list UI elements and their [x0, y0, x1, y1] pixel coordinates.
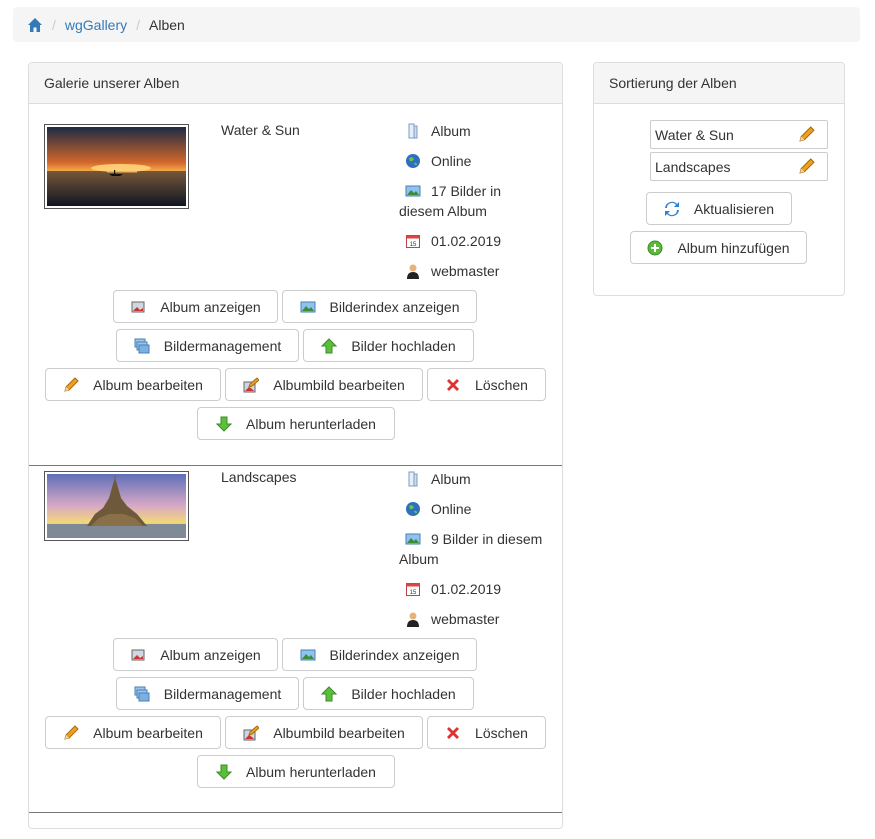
picture-icon	[131, 649, 145, 660]
sort-panel-heading: Sortierung der Alben	[594, 63, 844, 104]
calendar-icon: 15	[406, 583, 420, 596]
home-icon[interactable]	[27, 17, 43, 33]
edit-album-button[interactable]: Album bearbeiten	[45, 368, 221, 401]
album-type: Album	[399, 121, 559, 141]
edit-album-button[interactable]: Album bearbeiten	[45, 716, 221, 749]
manage-images-button[interactable]: Bildermanagement	[116, 329, 299, 362]
images-stack-icon	[134, 686, 150, 701]
show-image-index-button[interactable]: Bilderindex anzeigen	[282, 638, 477, 671]
image-edit-icon	[243, 724, 260, 740]
delete-icon	[447, 378, 460, 391]
breadcrumb-separator: /	[52, 16, 56, 33]
add-icon	[647, 240, 663, 255]
breadcrumb: / wgGallery / Alben	[13, 7, 860, 42]
user-icon	[407, 264, 419, 279]
sort-panel: Sortierung der Alben Water & Sun Landsca…	[593, 62, 845, 296]
images-stack-icon	[134, 338, 150, 353]
svg-text:15: 15	[410, 242, 417, 248]
sort-item[interactable]: Water & Sun	[650, 120, 828, 149]
pencil-icon[interactable]	[798, 158, 815, 175]
arrow-up-icon	[321, 685, 338, 701]
album-icon	[408, 471, 418, 487]
album-status: Online	[399, 499, 559, 519]
album-card: Water & Sun Album Online 17 Bilder in die…	[29, 104, 562, 466]
album-divider	[29, 812, 562, 813]
globe-icon	[406, 502, 420, 516]
svg-text:15: 15	[410, 590, 417, 596]
album-author: webmaster	[399, 609, 559, 629]
album-thumbnail[interactable]	[44, 471, 189, 541]
arrow-down-icon	[216, 416, 232, 432]
calendar-icon: 15	[406, 235, 420, 248]
album-status: Online	[399, 151, 559, 171]
picture-icon	[131, 301, 145, 312]
picture-icon	[405, 185, 421, 197]
gallery-panel-heading: Galerie unserer Alben	[29, 63, 562, 104]
breadcrumb-current: Alben	[149, 16, 185, 33]
album-thumbnail[interactable]	[44, 124, 189, 209]
refresh-button[interactable]: Aktualisieren	[646, 192, 792, 225]
image-edit-icon	[243, 376, 260, 392]
album-date: 15 01.02.2019	[399, 231, 559, 251]
download-album-button[interactable]: Album herunterladen	[197, 407, 395, 440]
show-album-button[interactable]: Album anzeigen	[113, 290, 278, 323]
show-album-button[interactable]: Album anzeigen	[113, 638, 278, 671]
user-icon	[407, 612, 419, 627]
show-image-index-button[interactable]: Bilderindex anzeigen	[282, 290, 477, 323]
breadcrumb-link-wggallery[interactable]: wgGallery	[65, 17, 127, 33]
picture-icon	[405, 533, 421, 545]
album-card: Landscapes Album Online 9 Bilder in dies…	[29, 465, 562, 812]
album-date: 15 01.02.2019	[399, 579, 559, 599]
upload-images-button[interactable]: Bilder hochladen	[303, 677, 474, 710]
sort-item-label: Landscapes	[655, 159, 731, 175]
sort-item[interactable]: Landscapes	[650, 152, 828, 181]
gallery-panel: Galerie unserer Alben Water & Sun Album …	[28, 62, 563, 829]
download-album-button[interactable]: Album herunterladen	[197, 755, 395, 788]
album-image-count: 9 Bilder in diesem Album	[399, 531, 543, 567]
album-title: Water & Sun	[221, 122, 300, 138]
album-type: Album	[399, 469, 559, 489]
refresh-icon	[664, 201, 679, 216]
delete-button[interactable]: Löschen	[427, 716, 546, 749]
edit-album-image-button[interactable]: Albumbild bearbeiten	[225, 716, 423, 749]
manage-images-button[interactable]: Bildermanagement	[116, 677, 299, 710]
sort-item-label: Water & Sun	[655, 127, 734, 143]
breadcrumb-separator: /	[136, 16, 141, 33]
pencil-icon	[64, 376, 79, 392]
arrow-up-icon	[321, 337, 338, 353]
image-index-icon	[300, 301, 315, 312]
upload-images-button[interactable]: Bilder hochladen	[303, 329, 474, 362]
pencil-icon[interactable]	[798, 126, 815, 143]
album-image-count: 17 Bilder in diesem Album	[399, 183, 502, 219]
delete-icon	[447, 726, 460, 739]
arrow-down-icon	[216, 764, 232, 780]
delete-button[interactable]: Löschen	[427, 368, 546, 401]
album-title: Landscapes	[221, 469, 297, 485]
album-icon	[408, 123, 418, 139]
pencil-icon	[64, 724, 79, 740]
image-index-icon	[300, 649, 315, 660]
edit-album-image-button[interactable]: Albumbild bearbeiten	[225, 368, 423, 401]
add-album-button[interactable]: Album hinzufügen	[630, 231, 807, 264]
album-author: webmaster	[399, 261, 559, 281]
globe-icon	[406, 154, 420, 168]
